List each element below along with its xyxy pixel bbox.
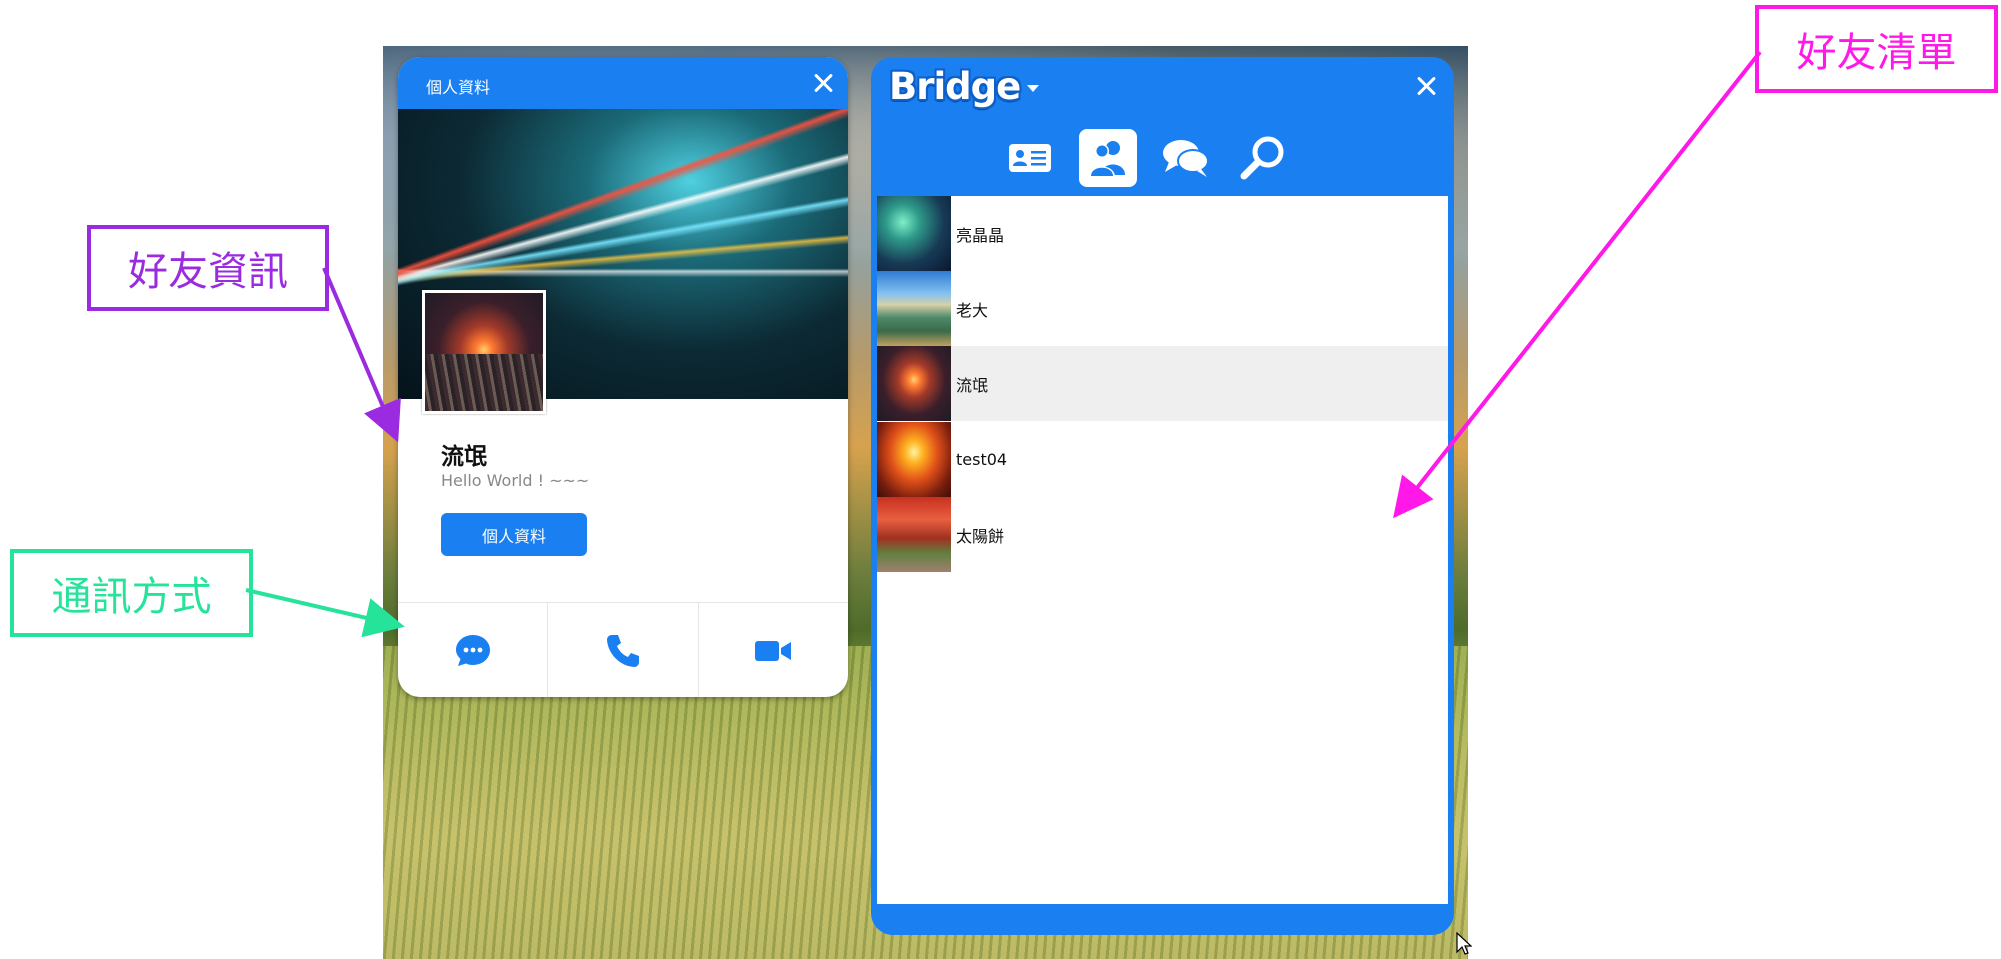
friend-list: 亮晶晶 老大 流氓 test04 太陽餅 — [877, 196, 1448, 904]
bridge-tab-bar — [1001, 129, 1293, 189]
close-icon[interactable] — [812, 72, 834, 94]
friends-icon — [1089, 141, 1125, 177]
friend-list-name: test04 — [956, 450, 1008, 469]
list-item[interactable]: 老大 — [877, 271, 1448, 346]
communication-bar — [398, 602, 848, 697]
list-item-selected[interactable]: 流氓 — [877, 346, 1448, 421]
chevron-down-icon[interactable] — [1027, 85, 1039, 92]
call-button[interactable] — [548, 603, 699, 697]
friend-name: 流氓 — [441, 444, 487, 470]
friend-status-message: Hello World ! ~~~ — [441, 471, 590, 490]
tab-profile[interactable] — [1001, 129, 1059, 187]
arrow-communication — [245, 588, 405, 638]
mouse-cursor-icon — [1456, 932, 1472, 955]
friend-list-name: 流氓 — [956, 375, 989, 395]
profile-window-title: 個人資料 — [426, 78, 491, 97]
profile-button[interactable]: 個人資料 — [441, 513, 587, 556]
close-icon[interactable] — [1415, 75, 1437, 97]
annotation-communication: 通訊方式 — [10, 549, 253, 637]
friend-avatar — [877, 346, 951, 421]
profile-window-header: 個人資料 — [398, 57, 848, 109]
list-item[interactable]: test04 — [877, 422, 1448, 497]
friend-avatar — [877, 271, 951, 346]
tab-search[interactable] — [1235, 129, 1293, 187]
annotation-friend-info: 好友資訊 — [87, 225, 329, 311]
annotation-friend-list: 好友清單 — [1755, 5, 1998, 93]
list-item[interactable]: 亮晶晶 — [877, 196, 1448, 271]
chat-bubble-icon — [455, 634, 490, 666]
list-item[interactable]: 太陽餅 — [877, 497, 1448, 572]
friend-avatar — [877, 422, 951, 497]
tab-chat[interactable] — [1157, 129, 1215, 187]
friend-list-name: 老大 — [956, 300, 989, 320]
friend-list-name: 亮晶晶 — [956, 225, 1005, 245]
chat-button[interactable] — [398, 603, 549, 697]
avatar — [422, 290, 546, 414]
chat-icon — [1163, 140, 1209, 177]
friend-avatar — [877, 497, 951, 572]
profile-window: 個人資料 流氓 Hello World ! ~~~ 個人資料 — [398, 57, 848, 697]
search-icon — [1240, 136, 1284, 180]
bridge-logo: Bridge — [889, 65, 1021, 108]
phone-icon — [606, 634, 639, 667]
video-call-button[interactable] — [699, 603, 848, 697]
tab-friends[interactable] — [1079, 129, 1137, 187]
video-camera-icon — [755, 640, 792, 661]
contact-card-icon — [1009, 144, 1051, 172]
bridge-window: Bridge 亮晶晶 老大 流氓 test04 太陽餅 — [871, 57, 1454, 935]
friend-list-name: 太陽餅 — [956, 526, 1005, 546]
friend-avatar — [877, 196, 951, 271]
